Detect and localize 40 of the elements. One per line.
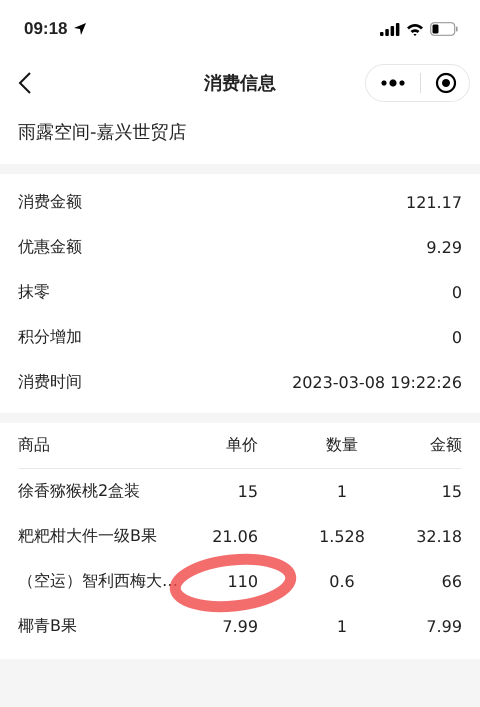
column-header: 数量 <box>325 435 359 456</box>
table-cell-text: 徐香猕猴桃2盒装 <box>18 481 142 502</box>
back-icon[interactable] <box>18 72 32 94</box>
table-cell-text: 32.18 <box>415 527 462 546</box>
column-header: 金额 <box>429 435 462 456</box>
location-arrow-icon <box>73 22 88 36</box>
table-cell-text: 1 <box>336 617 348 636</box>
summary-value: 0 <box>452 283 462 302</box>
wifi-icon <box>406 22 424 36</box>
table-cell-text: 0.6 <box>328 572 356 591</box>
page-title: 消费信息 <box>204 72 276 95</box>
table-cell-text: 15 <box>440 482 462 501</box>
more-icon[interactable] <box>380 79 406 87</box>
store-name: 雨露空间-嘉兴世贸店 <box>0 108 480 164</box>
table-cell: 7.99 <box>222 617 258 636</box>
summary-value: 121.17 <box>406 193 462 212</box>
summary-value: 0 <box>452 328 462 347</box>
summary-value: 2023-03-08 19:22:26 <box>292 373 462 392</box>
summary-label: 优惠金额 <box>18 237 82 258</box>
table-cell-text: 椰青B果 <box>18 616 78 637</box>
status-time: 09:18 <box>24 19 68 39</box>
column-header: 单价 <box>225 435 258 456</box>
table-cell: 15 <box>238 482 258 501</box>
column-header: 商品 <box>18 435 51 456</box>
battery-icon <box>430 22 458 36</box>
summary-label: 抹零 <box>18 282 50 303</box>
table-cell: 110 <box>227 572 258 591</box>
table-cell-text: 66 <box>440 572 462 591</box>
table-cell-text: 7.99 <box>425 617 462 636</box>
summary-label: 积分增加 <box>18 327 82 348</box>
summary-value: 9.29 <box>426 238 462 257</box>
table-cell: 21.06 <box>212 527 258 546</box>
table-cell-text: （空运）智利西梅大… <box>18 571 179 592</box>
signal-icon <box>380 22 400 36</box>
table-cell-text: 粑粑柑大件一级B果 <box>18 526 158 547</box>
table-cell-text: 1 <box>336 482 348 501</box>
summary-label: 消费时间 <box>18 372 82 393</box>
table-cell-text: 1.528 <box>318 527 366 546</box>
summary-label: 消费金额 <box>18 192 82 213</box>
close-target-icon[interactable] <box>435 72 457 94</box>
